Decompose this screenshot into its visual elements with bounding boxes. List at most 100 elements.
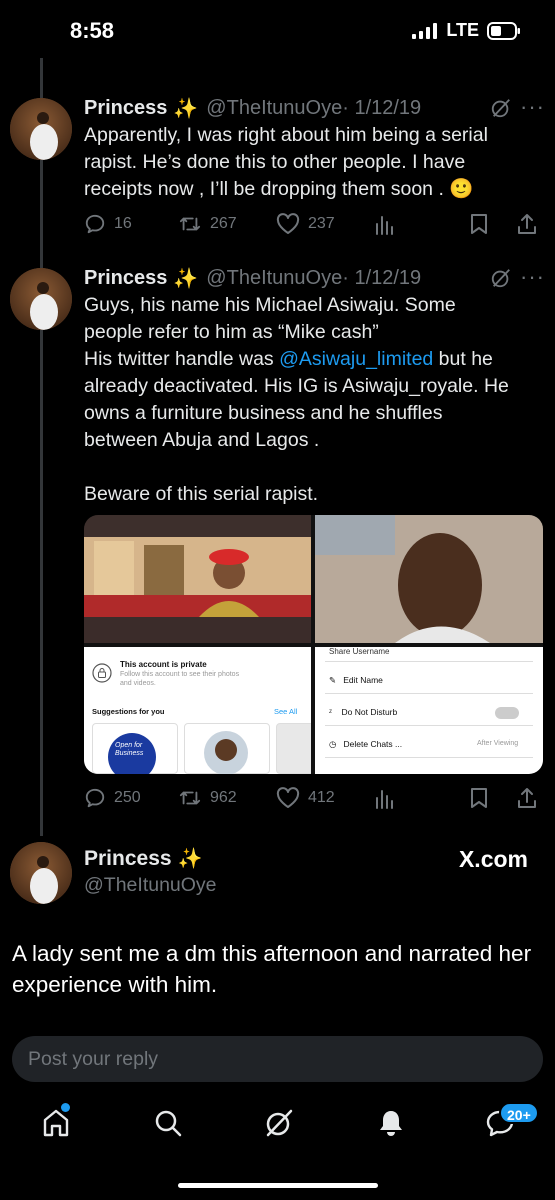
- repost-icon: [179, 791, 201, 805]
- author-handle[interactable]: @TheItunuOye: [206, 267, 342, 290]
- tweet-text-line: between Abuja and Lagos .: [84, 429, 320, 451]
- share-button[interactable]: [516, 213, 538, 235]
- like-count: 237: [308, 215, 335, 232]
- tweet-header: Princess ✨ @TheItunuOye · 1/12/19: [84, 96, 421, 121]
- network-label: LTE: [446, 20, 479, 40]
- signal-icon: [412, 22, 438, 39]
- divider: [325, 757, 533, 758]
- author-handle[interactable]: @TheItunuOye: [84, 874, 217, 897]
- media-grid[interactable]: This account is private Follow this acco…: [84, 515, 543, 774]
- grok-icon[interactable]: [264, 1108, 294, 1138]
- views-button[interactable]: [374, 213, 394, 235]
- tweet-text: Guys, his name his Michael Asiwaju. Some…: [84, 292, 544, 508]
- bell-icon[interactable]: [377, 1108, 405, 1138]
- reply-button[interactable]: 250: [84, 787, 141, 809]
- tweet-text-line: His twitter handle was @Asiwaju_limited …: [84, 346, 544, 373]
- lock-icon: [92, 663, 112, 683]
- more-icon[interactable]: ···: [520, 94, 545, 120]
- bookmark-icon: [471, 214, 487, 234]
- tweet-text-line: already deactivated. His IG is Asiwaju_r…: [84, 375, 509, 397]
- bookmark-icon: [471, 788, 487, 808]
- search-icon[interactable]: [153, 1108, 183, 1138]
- author-handle[interactable]: @TheItunuOye: [206, 97, 342, 120]
- tweet-date: · 1/12/19: [342, 267, 422, 289]
- tweet-actions: 250 962 412: [84, 786, 540, 810]
- avatar[interactable]: [10, 842, 72, 904]
- divider: [325, 693, 533, 694]
- avatar[interactable]: [10, 268, 72, 330]
- private-sub: and videos.: [120, 680, 156, 687]
- author-name[interactable]: Princess: [84, 267, 167, 290]
- tweet-text-part: His twitter handle was: [84, 348, 280, 370]
- share-button[interactable]: [516, 787, 538, 809]
- author-name[interactable]: Princess: [84, 97, 167, 120]
- sparkle-emoji: ✨: [173, 98, 199, 120]
- like-icon: [276, 787, 300, 808]
- like-button[interactable]: 412: [276, 787, 335, 809]
- reply-input[interactable]: Post your reply: [12, 1036, 543, 1082]
- tweet-date: · 1/12/19: [342, 97, 422, 119]
- tweet-text-part: but he: [433, 348, 493, 370]
- views-icon: [376, 216, 393, 235]
- reply-button[interactable]: 16: [84, 213, 132, 235]
- main-author: Princess ✨: [84, 846, 210, 871]
- tweet-text-line: owns a furniture business and he shuffle…: [84, 402, 443, 424]
- photo-2[interactable]: [315, 515, 543, 643]
- reply-placeholder: Post your reply: [28, 1047, 159, 1070]
- dnd-toggle: [495, 707, 519, 719]
- suggestion-card: [276, 723, 311, 774]
- views-button[interactable]: [374, 787, 394, 809]
- share-icon: [518, 788, 536, 808]
- repost-count: 962: [210, 789, 237, 806]
- suggestions-label: Suggestions for you: [92, 707, 165, 716]
- dnd-row: ᶻ Do Not Disturb: [329, 707, 398, 717]
- dnd-label: Do Not Disturb: [341, 707, 398, 717]
- grok-icon[interactable]: [490, 97, 512, 119]
- like-count: 412: [308, 789, 335, 806]
- repost-count: 267: [210, 215, 237, 232]
- tweet-actions: 16 267 237: [84, 212, 540, 236]
- photo-1[interactable]: [84, 515, 311, 643]
- like-button[interactable]: 237: [276, 213, 335, 235]
- repost-icon: [179, 217, 201, 231]
- delete-chats-label: Delete Chats ...: [343, 739, 403, 749]
- private-title: This account is private: [120, 660, 207, 669]
- tweet-text-line: Guys, his name his Michael Asiwaju. Some: [84, 294, 456, 316]
- share-username: Share Username: [329, 647, 390, 656]
- more-icon[interactable]: ···: [520, 264, 545, 290]
- views-icon: [376, 790, 393, 809]
- avatar[interactable]: [10, 98, 72, 160]
- author-name[interactable]: Princess: [84, 847, 172, 871]
- bookmark-button[interactable]: [470, 213, 488, 235]
- reply-count: 16: [114, 215, 132, 232]
- see-all-link: See All: [274, 707, 298, 716]
- home-icon[interactable]: [42, 1108, 70, 1138]
- reply-icon: [85, 214, 105, 234]
- watermark: X.com: [458, 846, 528, 872]
- edit-name-label: Edit Name: [343, 675, 383, 685]
- tweet-header: Princess ✨ @TheItunuOye · 1/12/19: [84, 266, 421, 291]
- photo-3[interactable]: This account is private Follow this acco…: [84, 647, 311, 774]
- tweet-text-line: people refer to him as “Mike cash”: [84, 321, 379, 343]
- thread-line: [40, 58, 43, 836]
- repost-button[interactable]: 267: [178, 213, 237, 235]
- logo-text: Open for Business: [115, 742, 144, 757]
- bookmark-button[interactable]: [470, 787, 488, 809]
- grok-icon[interactable]: [490, 267, 512, 289]
- tweet-text: Apparently, I was right about him being …: [84, 124, 488, 200]
- battery-icon: [487, 21, 520, 40]
- edit-name: ✎ Edit Name: [329, 675, 383, 685]
- suggestion-card: [184, 723, 270, 774]
- after-viewing: After Viewing: [477, 740, 519, 747]
- status-right: LTE: [412, 20, 521, 41]
- divider: [325, 725, 533, 726]
- sparkle-emoji: ✨: [173, 268, 199, 290]
- photo-4[interactable]: Share Username ✎ Edit Name ᶻ Do Not Dist…: [315, 647, 543, 774]
- reply-count: 250: [114, 789, 141, 806]
- share-icon: [518, 214, 536, 234]
- repost-button[interactable]: 962: [178, 787, 237, 809]
- private-sub: Follow this account to see their photos: [120, 671, 240, 678]
- delete-chats-row: ◷ Delete Chats ...: [329, 739, 403, 749]
- mention-link[interactable]: @Asiwaju_limited: [279, 348, 433, 370]
